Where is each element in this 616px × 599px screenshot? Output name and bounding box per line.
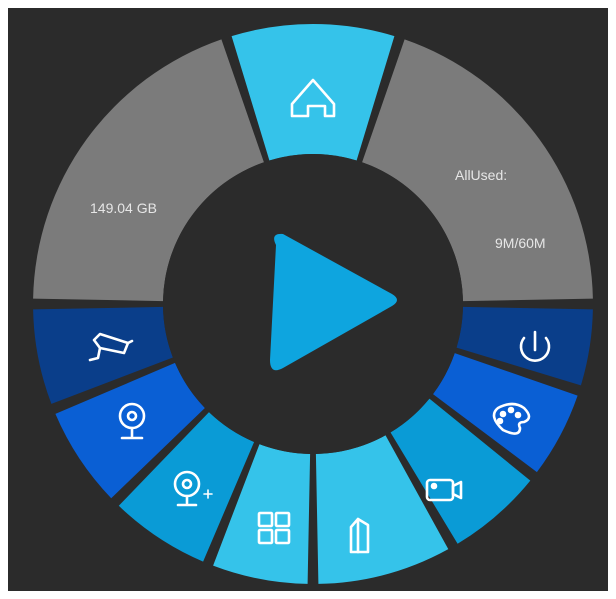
storage-capacity-text: 149.04 GB [90,200,157,216]
radial-menu-panel: 149.04 GB AllUsed: 9M/60M [8,8,608,591]
radial-menu: 149.04 GB AllUsed: 9M/60M [33,24,593,584]
storage-used-value: 9M/60M [495,235,546,251]
storage-used-label: AllUsed: [455,167,507,183]
